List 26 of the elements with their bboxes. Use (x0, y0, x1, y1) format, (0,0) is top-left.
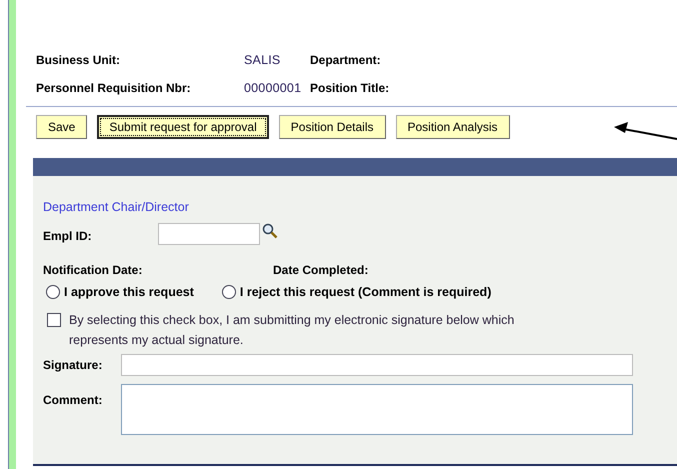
checkbox-label: By selecting this check box, I am submitting my electronic signature below which represents my actual signature. (69, 312, 516, 349)
signature-field[interactable] (121, 354, 633, 376)
radio-button[interactable] (46, 285, 60, 300)
field-label: Department: (310, 52, 381, 69)
action-button[interactable]: Save (36, 115, 88, 139)
field-label: Business Unit: (36, 52, 122, 69)
comment-field[interactable] (121, 384, 633, 434)
radio-label: I approve this request (64, 284, 194, 301)
field-label: Personnel Requisition Nbr: (36, 80, 192, 97)
checkbox[interactable] (47, 312, 61, 326)
field-value: SALIS (243, 52, 282, 69)
field-label: Date Completed: (273, 262, 368, 279)
action-button[interactable]: Position Analysis (396, 115, 510, 139)
action-button[interactable]: Position Details (278, 115, 386, 139)
action-button[interactable]: Submit request for approval (97, 115, 269, 139)
search-icon[interactable] (262, 222, 278, 239)
field-value: 00000001 (243, 80, 302, 97)
field-label: Signature: (43, 356, 104, 374)
field-label: Notification Date: (43, 262, 144, 279)
field-label: Position Title: (310, 80, 390, 97)
radio-label: I reject this request (Comment is required) (240, 284, 492, 301)
field-label: Comment: (43, 392, 104, 408)
empl-id-field[interactable] (158, 222, 260, 245)
radio-button[interactable] (222, 285, 236, 300)
field-label: Empl ID: (43, 228, 93, 245)
section-title: Department Chair/Director (43, 199, 190, 216)
